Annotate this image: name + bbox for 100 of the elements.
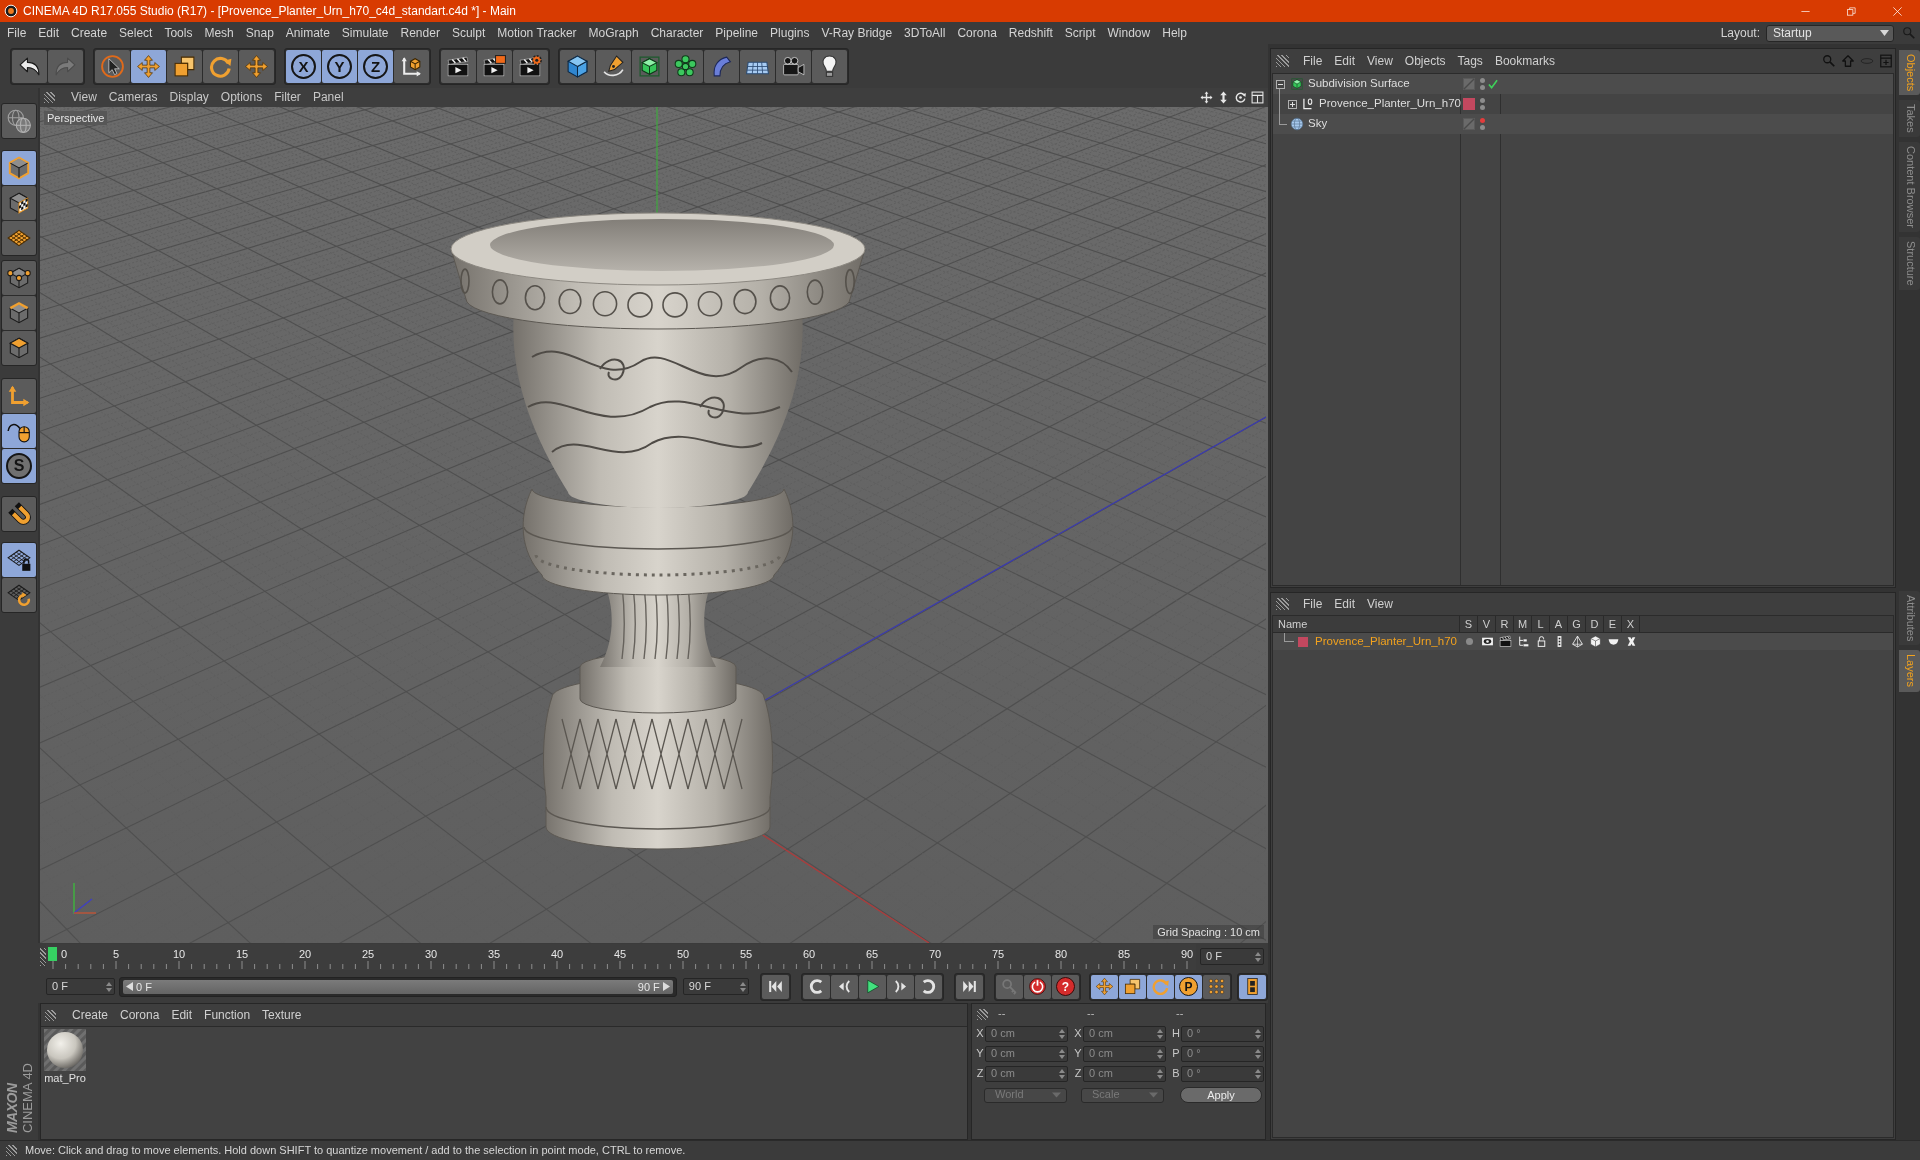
menu-item[interactable]: Select [113,25,159,41]
last-frame-button[interactable] [956,974,983,999]
spinner-arrows-icon[interactable] [1059,1049,1065,1059]
coordinate-field[interactable]: 0 cm [985,1066,1068,1082]
spinner-arrows-icon[interactable] [1059,1069,1065,1079]
panel-grip-icon[interactable] [1276,598,1289,610]
workplane-align-button[interactable] [2,578,36,612]
tweak-mode-button[interactable] [2,414,36,448]
select-tool-button[interactable] [95,49,130,83]
first-frame-button[interactable] [762,974,789,999]
maximize-view-icon[interactable] [1251,91,1264,104]
column-header[interactable]: M [1514,616,1532,632]
spinner-arrows-icon[interactable] [1059,1029,1065,1039]
coordinate-field[interactable]: 0 cm [1083,1046,1166,1062]
panel-tab[interactable]: Content Browser [1899,142,1920,232]
snapping-button[interactable] [2,497,36,531]
hierarchy-icon[interactable] [1516,635,1530,648]
menu-item[interactable]: Function [198,1007,257,1023]
spinner-arrows-icon[interactable] [106,981,113,992]
render-visibility-dot[interactable] [1480,125,1485,130]
spinner-arrows-icon[interactable] [740,981,746,992]
polygons-mode-button[interactable] [2,331,36,365]
coordinate-field[interactable]: 0 cm [985,1046,1068,1062]
menu-item[interactable]: Character [644,25,710,41]
object-name[interactable]: Subdivision Surface [1308,77,1410,91]
spinner-arrows-icon[interactable] [1255,1049,1261,1059]
menu-item[interactable]: Script [1058,25,1102,41]
column-header[interactable]: Name [1273,616,1460,632]
menu-item[interactable]: File [1297,596,1329,612]
scale-tool-button[interactable] [167,49,202,83]
viewport-menu-item[interactable]: Filter [268,90,307,105]
render-picture-viewer-button[interactable] [477,49,512,83]
cube-icon[interactable] [1588,635,1602,648]
spinner-arrows-icon[interactable] [1157,1029,1163,1039]
enabled-check-icon[interactable] [1488,79,1498,89]
panel-grip-icon[interactable] [44,92,55,103]
tree-expander-icon[interactable] [1288,99,1297,109]
edges-mode-button[interactable] [2,296,36,330]
start-frame-field[interactable]: 0 F [46,978,116,995]
menu-item[interactable]: Window [1101,25,1157,41]
coordinate-field[interactable]: 0 ° [1181,1066,1264,1082]
menu-item[interactable]: V-Ray Bridge [815,25,899,41]
coordinate-field[interactable]: 0 ° [1181,1046,1264,1062]
viewport-navigation-button[interactable] [2,104,36,138]
pan-view-icon[interactable] [1200,91,1213,104]
panel-grip-icon[interactable] [1276,55,1289,67]
spinner-arrows-icon[interactable] [1157,1049,1163,1059]
axis-lock-button[interactable]: Z [358,49,393,83]
menu-item[interactable]: Edit [32,25,66,41]
column-header[interactable]: L [1532,616,1550,632]
object-name[interactable]: Provence_Planter_Urn_h70 [1319,97,1461,111]
menu-item[interactable]: Snap [239,25,280,41]
position-key-button[interactable] [1091,974,1118,999]
viewport-menu-item[interactable]: Display [163,90,215,105]
pen-tool-button[interactable] [596,49,631,83]
light-object-button[interactable] [812,49,847,83]
record-button[interactable] [1024,974,1051,999]
points-mode-button[interactable] [2,261,36,295]
parameter-key-button[interactable]: P [1175,974,1202,999]
menu-item[interactable]: Corona [114,1007,166,1023]
menu-item[interactable]: Sculpt [445,25,492,41]
menu-item[interactable]: Render [394,25,446,41]
rotation-key-button[interactable] [1147,974,1174,999]
viewport-menu-item[interactable]: Panel [306,90,350,105]
layer-color-swatch[interactable] [1298,636,1308,647]
texture-mode-button[interactable] [2,186,36,220]
material-item[interactable]: mat_Pro [43,1029,87,1089]
menu-item[interactable]: File [1297,53,1329,69]
next-frame-button[interactable] [887,974,914,999]
floor-object-button[interactable] [740,49,775,83]
menu-item[interactable]: 3DToAll [898,25,952,41]
editor-visibility-dot[interactable] [1480,118,1485,123]
point-level-key-button[interactable] [1203,974,1230,999]
spinner-arrows-icon[interactable] [1255,1069,1261,1079]
menu-item[interactable]: MoGraph [582,25,645,41]
viewport-canvas[interactable]: Perspective Grid Spacing : 10 cm [40,107,1268,943]
menu-item[interactable]: Plugins [764,25,816,41]
menu-item[interactable]: Animate [279,25,336,41]
next-key-button[interactable] [915,974,942,999]
render-visibility-dot[interactable] [1480,105,1485,110]
viewport-menu-item[interactable]: View [65,90,103,105]
coordinate-field[interactable]: 0 ° [1181,1026,1264,1042]
clapperboard-icon[interactable] [1498,635,1512,648]
menu-item[interactable]: File [1,25,33,41]
rotate-tool-button[interactable] [203,49,238,83]
coordinate-system-button[interactable] [394,49,429,83]
tree-expander-icon[interactable] [1275,79,1285,89]
spinner-arrows-icon[interactable] [1255,1029,1261,1039]
menu-item[interactable]: Simulate [335,25,395,41]
menu-item[interactable]: Redshift [1002,25,1059,41]
panel-grip-icon[interactable] [977,1008,988,1020]
panel-tab[interactable]: Attributes [1899,591,1920,646]
current-frame-field[interactable]: 0 F [1200,948,1264,965]
move-tool-button[interactable] [131,49,166,83]
menu-item[interactable]: Mesh [198,25,240,41]
column-header[interactable]: S [1460,616,1478,632]
urn-model-drawing[interactable] [450,212,866,850]
model-mode-button[interactable] [2,151,36,185]
rotate-view-icon[interactable] [1234,91,1247,104]
panel-grip-icon[interactable] [45,1009,56,1021]
